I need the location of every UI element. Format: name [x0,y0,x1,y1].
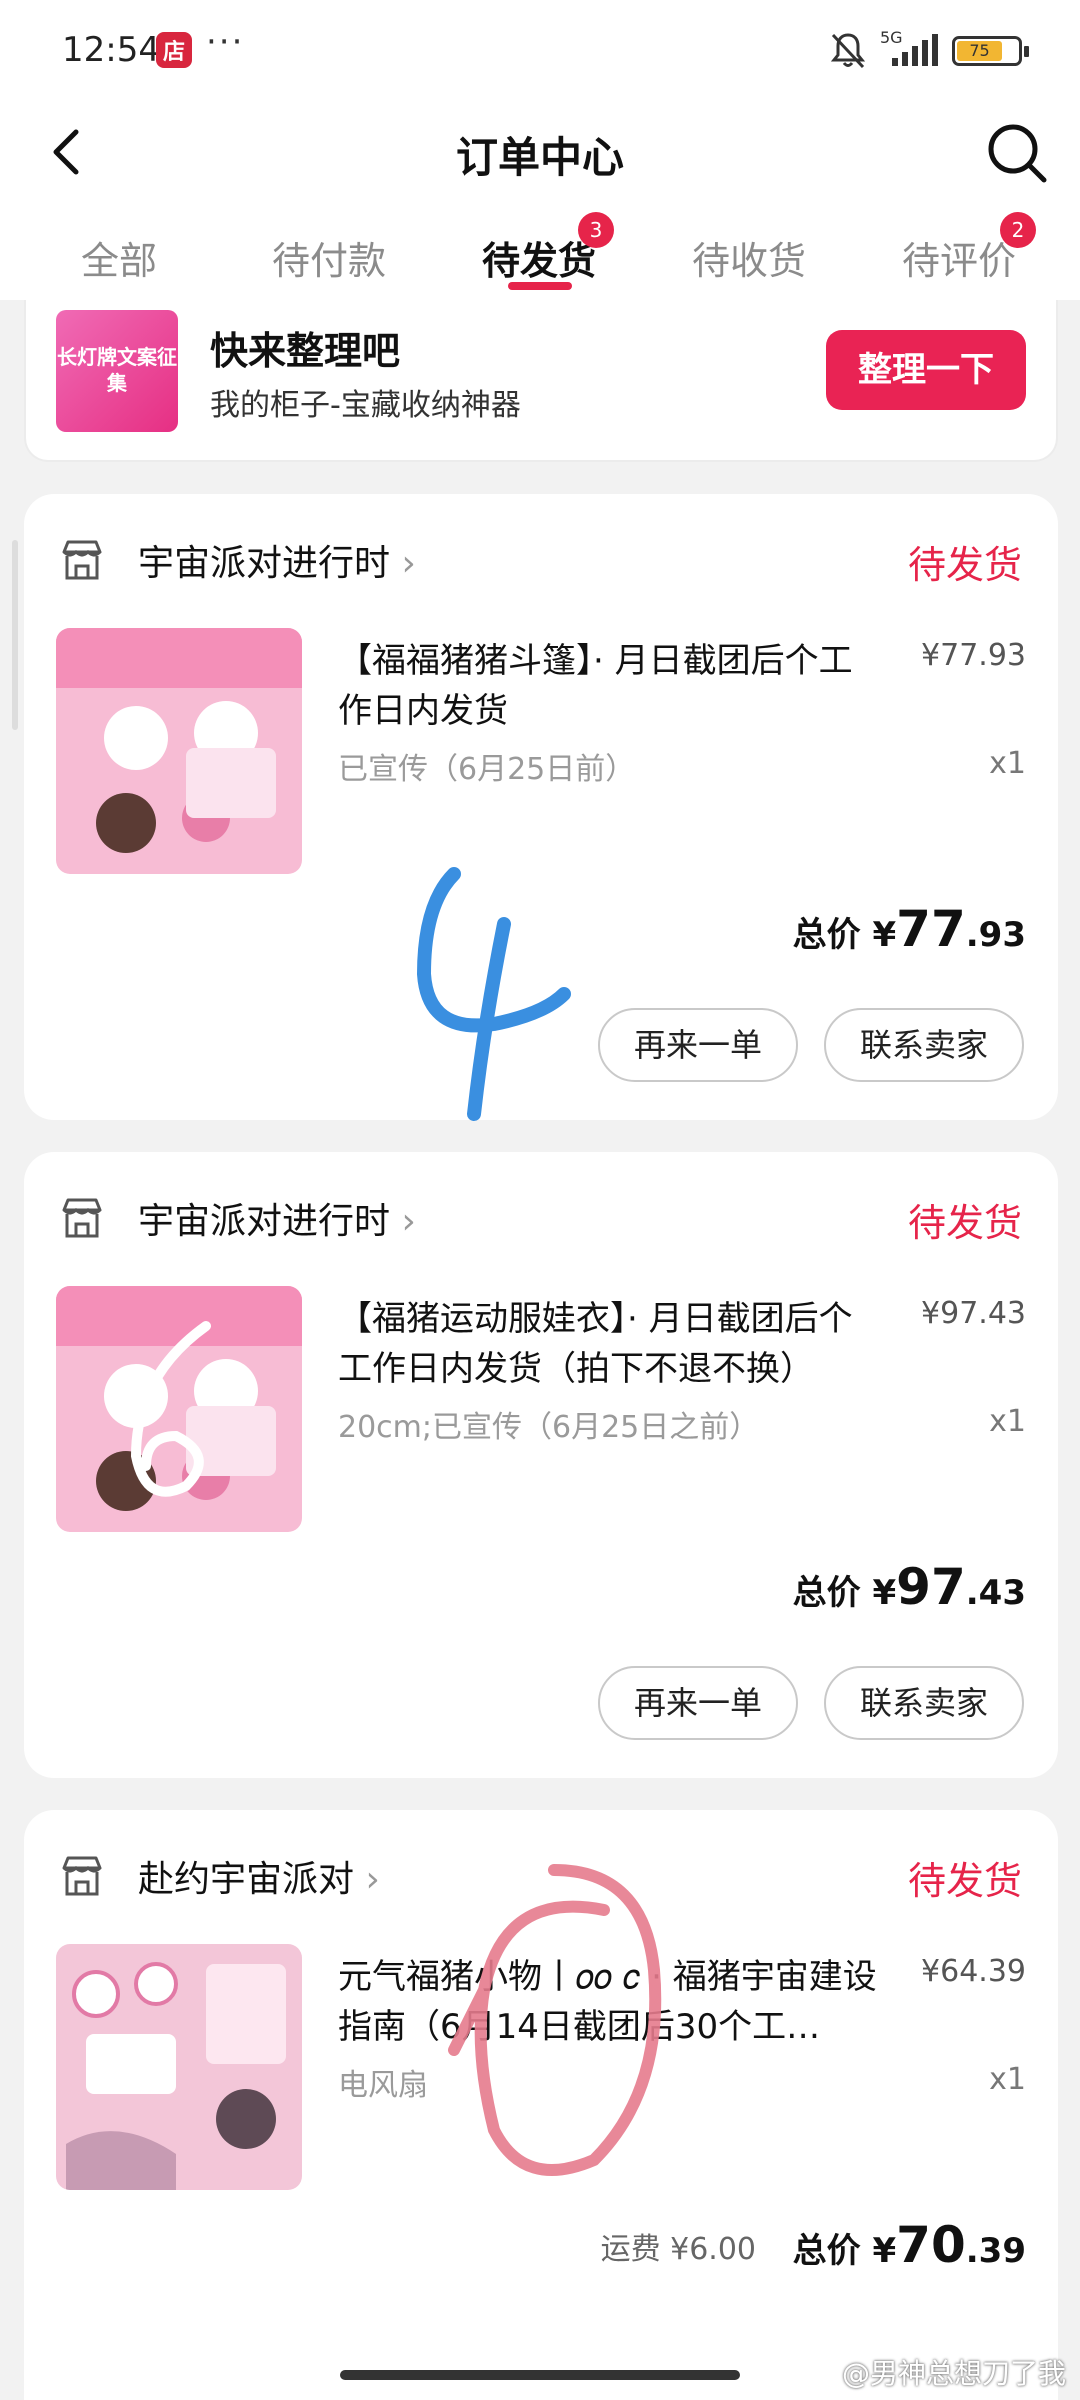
total-decimal: .39 [965,2231,1026,2271]
tab-count-badge: 3 [578,212,614,248]
order-status: 待发货 [907,1859,1022,1903]
shipping-fee: 运费 ¥6.00 [600,2232,756,2267]
handwritten-mark-1 [448,1864,662,2176]
product-title[interactable]: 【福福猪猪斗篷】· 月日截团后个工作日内发货 [338,636,878,736]
signal-icon [892,34,938,66]
total-label: 总价 ¥ [792,2231,897,2271]
tab-pending-shipment[interactable]: 待发货 3 [454,212,624,285]
total-integer: 70 [896,2216,966,2274]
promo-title: 快来整理吧 [210,329,401,373]
shop-name[interactable]: 宇宙派对进行时 › [138,1192,416,1244]
reorder-button[interactable]: 再来一单 [598,1008,798,1082]
more-notifications-icon: ··· [206,22,245,62]
order-tabs: 全部 待付款 待发货 3 待收货 待评价 2 [0,212,1080,300]
quantity: x1 [989,1404,1026,1439]
unit-price: ¥77.93 [921,638,1026,673]
tab-pending-receipt[interactable]: 待收货 [664,230,834,285]
tab-label: 待发货 [481,239,596,283]
tab-label: 待收货 [691,239,806,283]
shop-name[interactable]: 宇宙派对进行时 › [138,534,416,586]
order-total: 总价 ¥77.93 [793,900,1026,958]
scrollbar[interactable] [12,540,18,730]
product-spec: 电风扇 [338,2068,428,2103]
tab-pending-payment[interactable]: 待付款 [244,230,414,285]
order-status: 待发货 [907,543,1022,587]
order-total: 总价 ¥97.43 [793,1558,1026,1616]
handwritten-mark-4 [416,867,571,1121]
shop-icon [62,1856,102,1896]
promo-subtitle: 我的柜子-宝藏收纳神器 [210,388,521,423]
product-title[interactable]: 【福猪运动服娃衣】· 月日截团后个工作日内发货（拍下不退不换） [338,1294,878,1394]
watermark: @男神总想刀了我 [841,2357,1066,2390]
quantity: x1 [989,2062,1026,2097]
shop-name[interactable]: 赴约宇宙派对 › [138,1850,380,1902]
active-tab-indicator [508,282,572,290]
organize-button[interactable]: 整理一下 [826,330,1026,410]
product-spec: 20cm;已宣传（6月25日之前） [338,1410,760,1445]
tab-label: 待评价 [901,239,1016,283]
product-spec: 已宣传（6月25日前） [338,752,636,787]
chevron-right-icon: › [365,1859,380,1900]
product-image[interactable] [56,1286,302,1532]
shop-icon [62,540,102,580]
search-icon[interactable] [984,120,1050,186]
page-title: 订单中心 [455,133,624,182]
order-status: 待发货 [907,1201,1022,1245]
contact-seller-button[interactable]: 联系卖家 [824,1666,1024,1740]
total-integer: 77 [896,900,966,958]
unit-price: ¥97.43 [921,1296,1026,1331]
promo-banner[interactable]: 长灯牌文案征集 快来整理吧 我的柜子-宝藏收纳神器 整理一下 [24,300,1058,462]
shop-name-text: 赴约宇宙派对 [138,1859,355,1900]
total-label: 总价 ¥ [792,915,897,955]
contact-seller-button[interactable]: 联系卖家 [824,1008,1024,1082]
total-decimal: .93 [965,915,1026,955]
home-indicator[interactable] [340,2370,740,2380]
battery-level: 75 [957,41,1002,61]
chevron-right-icon: › [401,543,416,584]
order-total: 总价 ¥70.39 [793,2216,1026,2274]
product-image[interactable] [56,1944,302,2190]
page-header: 订单中心 全部 待付款 待发货 3 待收货 待评价 2 [0,100,1080,300]
order-card[interactable]: 赴约宇宙派对 › 待发货 元气福猪小物丨𝑜𝑜 𝑐 · 福猪宇宙建设指南（6月14… [24,1810,1058,2400]
total-decimal: .43 [965,1573,1026,1613]
battery-icon: 75 [952,36,1029,66]
tab-label: 待付款 [271,239,386,283]
tab-count-badge: 2 [1000,212,1036,248]
product-image[interactable] [56,628,302,874]
total-integer: 97 [896,1558,966,1616]
reorder-button[interactable]: 再来一单 [598,1666,798,1740]
total-label: 总价 ¥ [792,1573,897,1613]
app-badge-icon: 店 [156,32,192,68]
tab-label: 全部 [80,239,157,283]
shop-icon [62,1198,102,1238]
order-card[interactable]: 宇宙派对进行时 › 待发货 【福猪运动服娃衣】· 月日截团后个工作日内发货（拍下… [24,1152,1058,1778]
quantity: x1 [989,746,1026,781]
shop-name-text: 宇宙派对进行时 [138,1201,391,1242]
order-card[interactable]: 宇宙派对进行时 › 待发货 【福福猪猪斗篷】· 月日截团后个工作日内发货 已宣传… [24,494,1058,1121]
status-time: 12:54 [62,30,160,70]
tab-all[interactable]: 全部 [34,230,204,285]
tab-pending-review[interactable]: 待评价 2 [874,212,1044,285]
promo-thumbnail: 长灯牌文案征集 [56,310,178,432]
chevron-right-icon: › [401,1201,416,1242]
unit-price: ¥64.39 [921,1954,1026,1989]
shop-name-text: 宇宙派对进行时 [138,543,391,584]
status-bar: 12:54 店 ··· 5G 75 [0,0,1080,100]
muted-bell-icon [830,33,866,69]
